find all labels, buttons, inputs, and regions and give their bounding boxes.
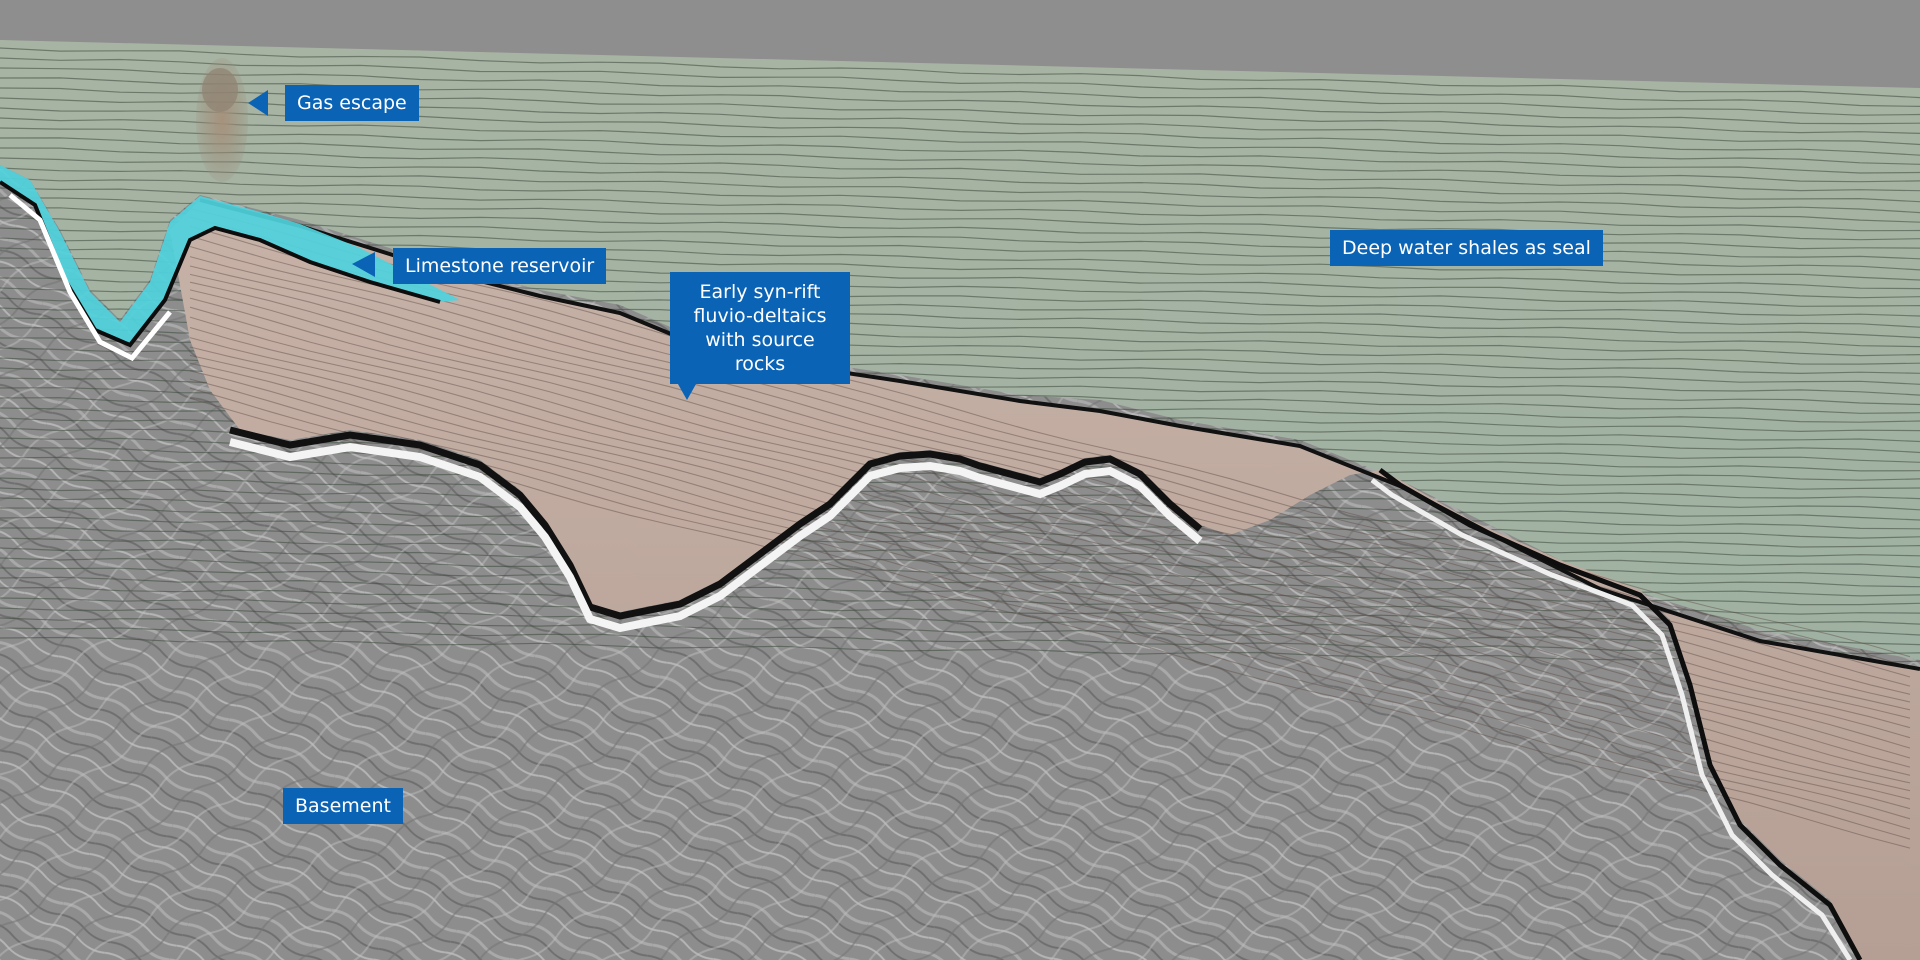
limestone-pointer	[352, 252, 375, 277]
gas-escape-label: Gas escape	[285, 85, 419, 121]
deep-water-shales-label: Deep water shales as seal	[1330, 230, 1603, 266]
seismic-cross-section: Gas escape Limestone reservoir Early syn…	[0, 0, 1920, 960]
early-synrift-line-3: with source rocks	[705, 329, 815, 375]
early-synrift-label: Early syn-rift fluvio-deltaics with sour…	[670, 272, 850, 384]
early-synrift-line-2: fluvio-deltaics	[693, 305, 827, 327]
limestone-reservoir-label: Limestone reservoir	[393, 248, 607, 284]
gas-escape-pointer	[248, 90, 268, 116]
basement-label: Basement	[283, 788, 403, 824]
early-synrift-line-1: Early syn-rift	[699, 281, 821, 303]
